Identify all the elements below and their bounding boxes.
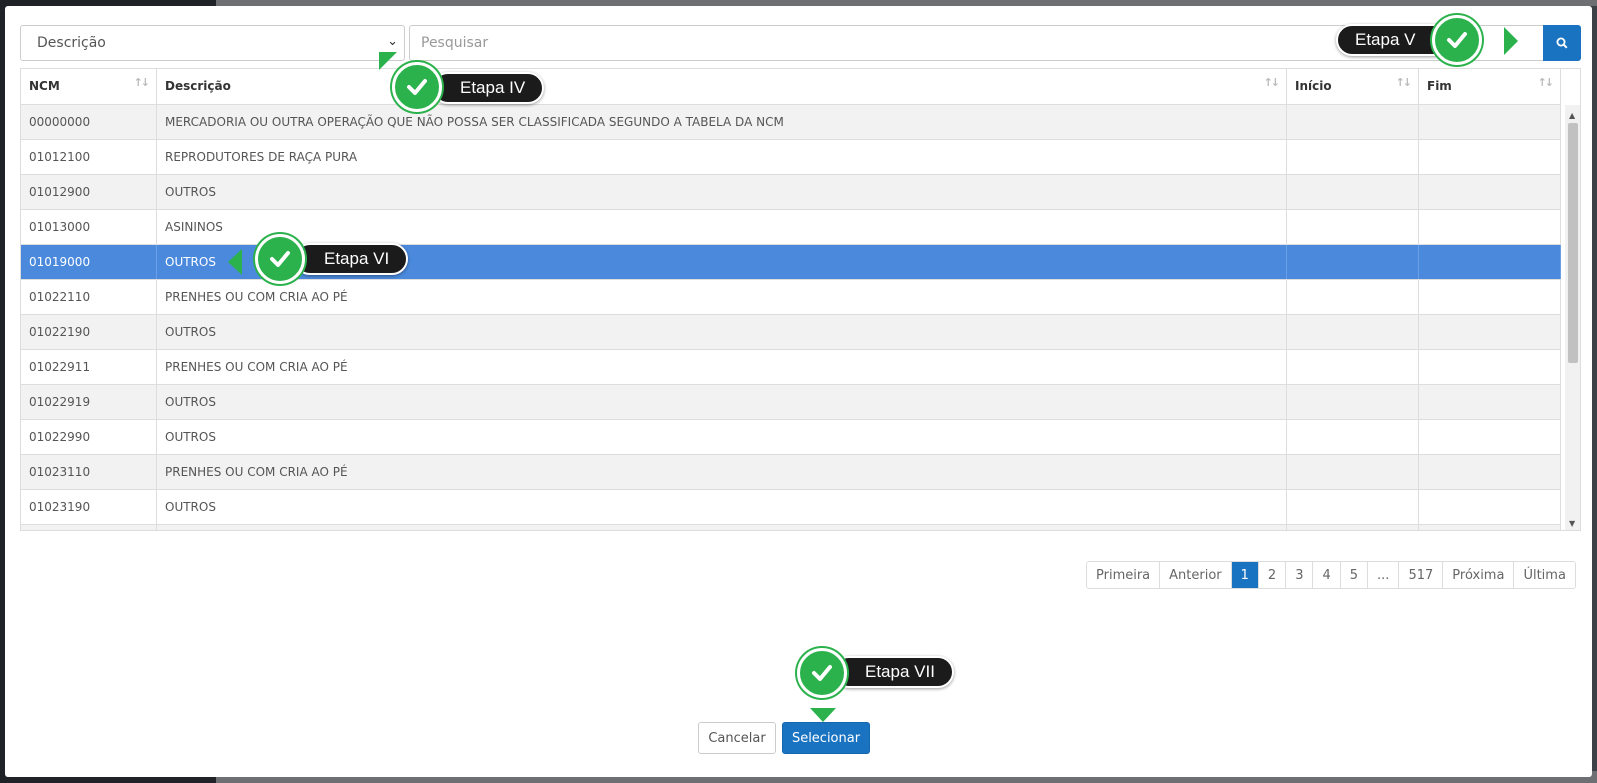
ncm-table: NCM ↑↓ Descrição ↑↓ Início ↑↓ Fim ↑↓ 0000000…	[20, 68, 1581, 531]
callout-badge	[392, 62, 442, 112]
column-header-inicio[interactable]: Início ↑↓	[1287, 69, 1419, 105]
callout-pointer	[228, 249, 242, 275]
table-row[interactable]: 01022110 PRENHES OU COM CRIA AO PÉ	[21, 280, 1561, 315]
table-scrollbar[interactable]: ▲ ▼	[1565, 105, 1580, 530]
column-header-fim[interactable]: Fim ↑↓	[1419, 69, 1561, 105]
callout-pointer	[1504, 27, 1518, 55]
page-next[interactable]: Próxima	[1443, 562, 1515, 588]
sort-icon: ↑↓	[1263, 76, 1281, 89]
page-ellipsis: ...	[1368, 562, 1400, 588]
scrollbar-thumb[interactable]	[1568, 123, 1578, 363]
sort-icon: ↑↓	[1395, 76, 1413, 89]
sort-icon: ↑↓	[133, 76, 151, 89]
select-button[interactable]: Selecionar	[782, 722, 870, 754]
check-icon	[407, 79, 427, 95]
table-row[interactable]: 00000000 MERCADORIA OU OUTRA OPERAÇÃO QUE…	[21, 105, 1561, 140]
scroll-up-icon[interactable]: ▲	[1569, 111, 1575, 120]
table-row[interactable]: 01022919 OUTROS	[21, 385, 1561, 420]
table-row[interactable]: 01013000 ASININOS	[21, 210, 1561, 245]
table-row[interactable]: 01022990 OUTROS	[21, 420, 1561, 455]
callout-etapa-iv: Etapa IV	[432, 72, 545, 104]
page-previous[interactable]: Anterior	[1160, 562, 1232, 588]
table-row-partial[interactable]	[21, 525, 1561, 530]
pagination: Primeira Anterior 1 2 3 4 5 ... 517 Próx…	[1086, 561, 1576, 589]
callout-etapa-vi: Etapa VI	[294, 243, 409, 275]
table-row[interactable]: 01012900 OUTROS	[21, 175, 1561, 210]
table-row[interactable]: 01012100 REPRODUTORES DE RAÇA PURA	[21, 140, 1561, 175]
search-button[interactable]	[1543, 25, 1581, 61]
table-row[interactable]: 01023110 PRENHES OU COM CRIA AO PÉ	[21, 455, 1561, 490]
page-last[interactable]: Última	[1514, 562, 1575, 588]
page-first[interactable]: Primeira	[1087, 562, 1161, 588]
table-body: 00000000 MERCADORIA OU OUTRA OPERAÇÃO QUE…	[21, 105, 1561, 530]
column-header-descricao[interactable]: Descrição ↑↓	[157, 69, 1287, 105]
callout-pointer	[379, 52, 397, 70]
table-row[interactable]: 01023190 OUTROS	[21, 490, 1561, 525]
chevron-down-icon: ⌄	[387, 34, 398, 49]
cancel-button[interactable]: Cancelar	[698, 722, 776, 754]
page-517[interactable]: 517	[1399, 562, 1444, 588]
callout-badge	[255, 234, 305, 284]
page-3[interactable]: 3	[1286, 562, 1314, 588]
search-field-select[interactable]: Descrição ⌄	[20, 25, 405, 61]
table-header: NCM ↑↓ Descrição ↑↓ Início ↑↓ Fim ↑↓	[21, 69, 1561, 105]
page-1[interactable]: 1	[1231, 562, 1259, 588]
check-icon	[1447, 32, 1467, 48]
sort-icon: ↑↓	[1537, 76, 1555, 89]
callout-badge	[1432, 15, 1482, 65]
page-5[interactable]: 5	[1340, 562, 1369, 588]
page-4[interactable]: 4	[1313, 562, 1341, 588]
table-row[interactable]: 01022911 PRENHES OU COM CRIA AO PÉ	[21, 350, 1561, 385]
callout-etapa-vii: Etapa VII	[833, 656, 954, 688]
column-header-ncm[interactable]: NCM ↑↓	[21, 69, 157, 105]
scroll-down-icon[interactable]: ▼	[1569, 519, 1575, 528]
callout-badge	[797, 648, 847, 698]
search-icon	[1556, 37, 1568, 49]
callout-pointer	[810, 708, 836, 722]
table-row-selected[interactable]: 01019000 OUTROS	[21, 245, 1561, 280]
search-field-value: Descrição	[37, 35, 106, 51]
check-icon	[812, 665, 832, 681]
check-icon	[270, 251, 290, 267]
page-2[interactable]: 2	[1258, 562, 1287, 588]
table-row[interactable]: 01022190 OUTROS	[21, 315, 1561, 350]
